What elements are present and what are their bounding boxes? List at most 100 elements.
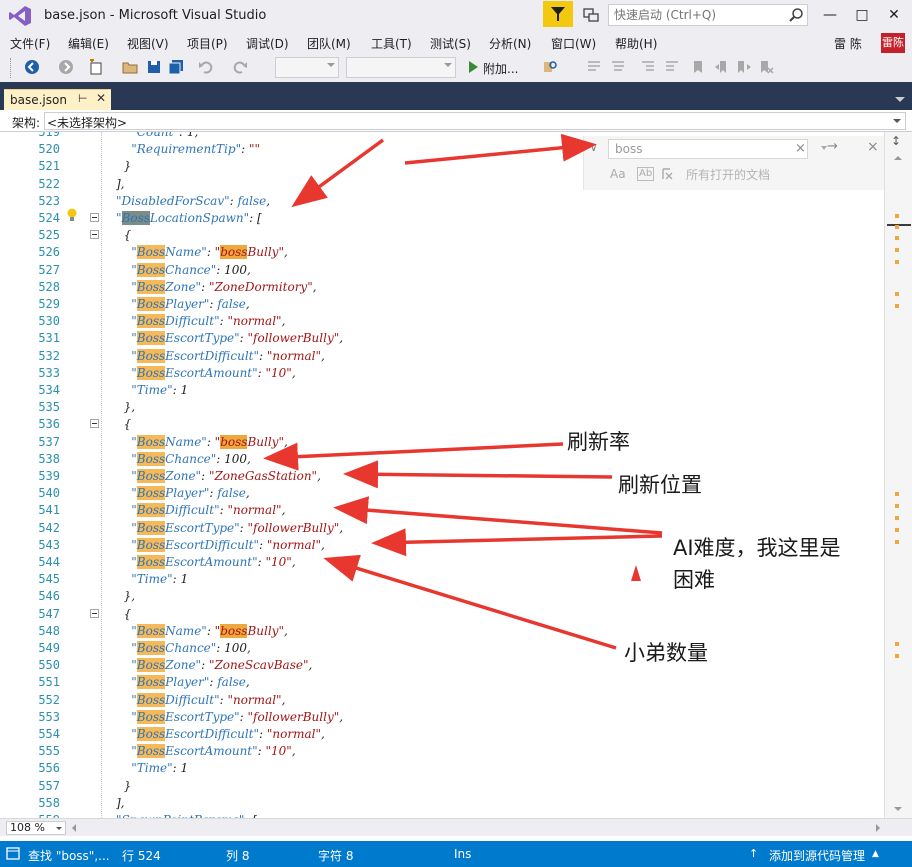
quick-launch-input[interactable] xyxy=(609,5,785,25)
code-editor[interactable]: 519 "Count": 1, 520 "RequirementTip": "" 5… xyxy=(0,132,912,818)
find-input[interactable] xyxy=(609,140,789,158)
code-line[interactable]: 532 "BossEscortDifficult": "normal", xyxy=(0,348,884,365)
code-line[interactable]: 545 "Time": 1 xyxy=(0,571,884,588)
maximize-button[interactable]: □ xyxy=(850,4,874,26)
code-line[interactable]: 526 "BossName": "bossBully", xyxy=(0,244,884,261)
menu-help[interactable]: 帮助(H) xyxy=(615,35,657,52)
close-button[interactable]: ✕ xyxy=(882,4,906,26)
code-line[interactable]: 535 }, xyxy=(0,399,884,416)
collapse-region-icon[interactable] xyxy=(90,213,99,222)
search-icon[interactable] xyxy=(788,7,804,23)
minimize-button[interactable]: — xyxy=(818,4,842,26)
solution-configuration-combo[interactable] xyxy=(275,57,339,78)
code-line[interactable]: 537 "BossName": "bossBully", xyxy=(0,434,884,451)
quick-launch-box[interactable] xyxy=(608,4,808,26)
code-line[interactable]: 529 "BossPlayer": false, xyxy=(0,296,884,313)
code-line[interactable]: 533 "BossEscortAmount": "10", xyxy=(0,365,884,382)
menu-debug[interactable]: 调试(D) xyxy=(246,35,289,52)
menu-team[interactable]: 团队(M) xyxy=(307,35,351,52)
uncomment-icon[interactable] xyxy=(610,59,626,75)
code-line[interactable]: 541 "BossDifficult": "normal", xyxy=(0,502,884,519)
status-insert-mode[interactable]: Ins xyxy=(454,847,471,861)
code-line[interactable]: 552 "BossDifficult": "normal", xyxy=(0,692,884,709)
search-scope[interactable]: 所有打开的文档 xyxy=(686,166,770,183)
pin-icon[interactable]: ⊢ xyxy=(78,92,88,105)
indent-icon[interactable] xyxy=(664,59,680,75)
code-line[interactable]: 557 } xyxy=(0,778,884,795)
toggle-replace-icon[interactable]: ∨ xyxy=(590,143,597,154)
match-whole-word-icon[interactable]: Ab xyxy=(637,167,655,181)
account-avatar[interactable]: 雷陈 xyxy=(881,33,905,53)
notification-filter-button[interactable] xyxy=(543,1,573,27)
code-line[interactable]: 547 { xyxy=(0,606,884,623)
regex-icon[interactable] xyxy=(660,167,674,181)
menu-tools[interactable]: 工具(T) xyxy=(371,35,412,52)
code-line[interactable]: 549 "BossChance": 100, xyxy=(0,640,884,657)
code-line[interactable]: 555 "BossEscortAmount": "10", xyxy=(0,743,884,760)
code-line[interactable]: 550 "BossZone": "ZoneScavBase", xyxy=(0,657,884,674)
menu-file[interactable]: 文件(F) xyxy=(10,35,50,52)
horizontal-scrollbar[interactable]: 108 % xyxy=(0,818,912,836)
lightbulb-icon[interactable] xyxy=(66,208,78,222)
comment-icon[interactable] xyxy=(586,59,602,75)
match-case-icon[interactable]: Aa xyxy=(610,167,626,181)
code-line[interactable]: 548 "BossName": "bossBully", xyxy=(0,623,884,640)
code-line[interactable]: 536 { xyxy=(0,416,884,433)
code-line[interactable]: 554 "BossEscortDifficult": "normal", xyxy=(0,726,884,743)
back-icon[interactable] xyxy=(24,59,40,75)
add-to-source-control-button[interactable]: 添加到源代码管理 xyxy=(769,847,865,864)
scroll-up-icon[interactable] xyxy=(894,156,902,160)
menu-project[interactable]: 项目(P) xyxy=(187,35,228,52)
save-icon[interactable] xyxy=(146,59,162,75)
code-line[interactable]: 539 "BossZone": "ZoneGasStation", xyxy=(0,468,884,485)
code-line[interactable]: 558], xyxy=(0,795,884,812)
close-tab-icon[interactable]: ✕ xyxy=(96,91,106,105)
find-next-icon[interactable]: → xyxy=(827,139,838,154)
code-line[interactable]: 551 "BossPlayer": false, xyxy=(0,674,884,691)
tab-base-json[interactable]: base.json ⊢ ✕ xyxy=(4,89,111,110)
chevron-up-icon[interactable]: ▲ xyxy=(872,849,879,859)
new-project-icon[interactable] xyxy=(88,59,104,75)
code-line[interactable]: 531 "BossEscortType": "followerBully", xyxy=(0,330,884,347)
code-line[interactable]: 527 "BossChance": 100, xyxy=(0,262,884,279)
code-line[interactable]: 528 "BossZone": "ZoneDormitory", xyxy=(0,279,884,296)
redo-icon[interactable] xyxy=(232,59,248,75)
code-line[interactable]: 525 { xyxy=(0,227,884,244)
undo-icon[interactable] xyxy=(198,59,214,75)
start-debug-icon[interactable] xyxy=(465,59,481,75)
clear-search-icon[interactable]: × xyxy=(795,141,806,156)
menu-analyze[interactable]: 分析(N) xyxy=(489,35,531,52)
code-line[interactable]: 540 "BossPlayer": false, xyxy=(0,485,884,502)
feedback-icon[interactable] xyxy=(582,6,600,24)
code-line[interactable]: 546 }, xyxy=(0,588,884,605)
collapse-region-icon[interactable] xyxy=(90,419,99,429)
attach-button-label[interactable]: 附加... xyxy=(483,60,518,77)
code-line[interactable]: 553 "BossEscortType": "followerBully", xyxy=(0,709,884,726)
code-line[interactable]: 530 "BossDifficult": "normal", xyxy=(0,313,884,330)
solution-platform-combo[interactable] xyxy=(346,57,456,78)
save-all-icon[interactable] xyxy=(168,59,184,75)
split-window-icon[interactable]: ↕ xyxy=(891,134,901,148)
tab-overflow-icon[interactable] xyxy=(895,97,905,102)
code-line[interactable]: 556 "Time": 1 xyxy=(0,760,884,777)
next-bookmark-icon[interactable] xyxy=(736,59,752,75)
menu-edit[interactable]: 编辑(E) xyxy=(68,35,109,52)
vertical-scrollbar[interactable]: ↕ xyxy=(884,132,912,818)
find-box[interactable]: × xyxy=(608,139,827,159)
menu-view[interactable]: 视图(V) xyxy=(127,35,169,52)
schema-select[interactable]: <未选择架构> xyxy=(44,112,906,130)
collapse-region-icon[interactable] xyxy=(90,230,99,240)
code-line[interactable]: 538 "BossChance": 100, xyxy=(0,451,884,468)
close-find-icon[interactable]: × xyxy=(867,139,879,155)
code-line[interactable]: 523 "DisabledForScav": false, xyxy=(0,193,884,210)
account-name[interactable]: 雷 陈 xyxy=(834,35,862,52)
toolbar-grip[interactable] xyxy=(10,58,13,78)
find-in-files-icon[interactable] xyxy=(543,59,559,75)
menu-window[interactable]: 窗口(W) xyxy=(551,35,596,52)
menu-test[interactable]: 测试(S) xyxy=(430,35,471,52)
scroll-down-icon[interactable] xyxy=(894,807,902,811)
forward-icon[interactable] xyxy=(58,59,74,75)
zoom-level-select[interactable]: 108 % xyxy=(6,821,66,835)
outdent-icon[interactable] xyxy=(640,59,656,75)
open-file-icon[interactable] xyxy=(122,59,138,75)
